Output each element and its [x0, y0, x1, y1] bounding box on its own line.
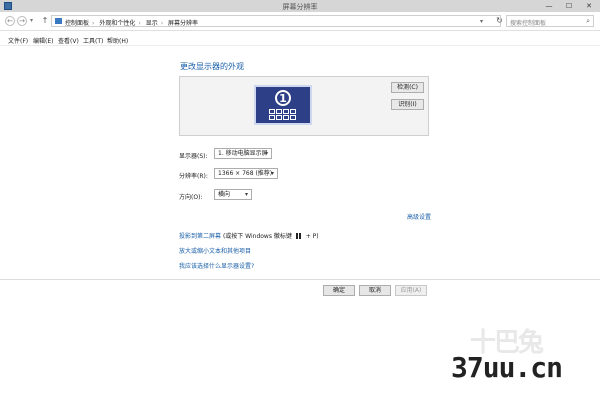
project-second-screen-link[interactable]: 投影到第二屏幕 — [179, 233, 221, 240]
which-setting-link[interactable]: 我应该选择什么显示器设置? — [179, 261, 254, 270]
address-bar: ← → ▾ ↑ 控制面板 › 外观和个性化 › 显示 › 屏幕分辨率 ▾ ↻ 搜索控制… — [0, 13, 600, 31]
menu-file[interactable]: 文件(F) — [8, 36, 28, 45]
menu-tools[interactable]: 工具(T) — [83, 36, 103, 45]
up-button[interactable]: ↑ — [40, 16, 50, 26]
cancel-button[interactable]: 取消 — [359, 285, 391, 296]
search-input[interactable]: 搜索控制面板 ⌕ — [506, 15, 594, 27]
crumb-appearance[interactable]: 外观和个性化 — [99, 20, 135, 27]
watermark-site: 37uu.cn — [451, 351, 563, 384]
crumb-display[interactable]: 显示 — [146, 20, 158, 27]
project-second-screen-row: 投影到第二屏幕 (或按下 Windows 徽标键 + P) — [179, 231, 319, 240]
forward-button[interactable]: → — [17, 16, 27, 26]
search-placeholder: 搜索控制面板 — [510, 20, 547, 27]
orientation-label: 方向(O): — [179, 194, 203, 201]
crumb-control-panel[interactable]: 控制面板 — [65, 20, 89, 27]
chevron-down-icon: ▾ — [264, 150, 268, 157]
chevron-down-icon: ▾ — [270, 170, 274, 177]
recent-pages-dropdown[interactable]: ▾ — [30, 17, 33, 24]
identify-button[interactable]: 识别(I) — [391, 99, 424, 110]
project-hint-suffix: + P) — [305, 233, 319, 240]
detect-button[interactable]: 检测(C) — [391, 82, 424, 93]
resolution-select[interactable]: 1366 × 768 (推荐) ▾ — [214, 168, 278, 179]
close-button[interactable]: ✕ — [580, 1, 598, 11]
menu-help[interactable]: 帮助(H) — [107, 36, 128, 45]
windows-logo-icon — [295, 233, 302, 239]
display-label: 显示器(S): — [179, 153, 208, 160]
monitor-1[interactable]: 1 — [254, 85, 312, 125]
display-select[interactable]: 1. 移动电脑显示屏 ▾ — [214, 148, 272, 159]
control-panel-icon — [55, 18, 62, 24]
crumb-screen-resolution[interactable]: 屏幕分辨率 — [168, 20, 198, 27]
chevron-down-icon: ▾ — [244, 191, 248, 198]
apply-button[interactable]: 应用(A) — [395, 285, 427, 296]
window-title: 屏幕分辨率 — [282, 3, 318, 11]
monitor-number: 1 — [275, 90, 291, 106]
title-bar: 屏幕分辨率 — ☐ ✕ — [0, 0, 600, 12]
orientation-select[interactable]: 横向 ▾ — [214, 189, 252, 200]
orientation-select-value: 横向 — [218, 191, 231, 198]
project-hint: (或按下 Windows 徽标键 — [222, 233, 292, 240]
refresh-button[interactable]: ↻ — [494, 15, 505, 27]
display-preview: 1 检测(C) 识别(I) — [179, 76, 429, 136]
ok-button[interactable]: 确定 — [323, 285, 355, 296]
address-history-dropdown[interactable]: ▾ — [480, 18, 483, 25]
page-title: 更改显示器的外观 — [180, 62, 244, 71]
text-size-link[interactable]: 放大或缩小文本和其他项目 — [179, 246, 251, 255]
breadcrumb[interactable]: 控制面板 › 外观和个性化 › 显示 › 屏幕分辨率 ▾ — [51, 15, 501, 27]
search-icon[interactable]: ⌕ — [586, 17, 590, 26]
footer-divider — [0, 279, 600, 280]
menu-view[interactable]: 查看(V) — [58, 36, 79, 45]
advanced-settings-link[interactable]: 高级设置 — [407, 212, 431, 221]
menu-bar: 文件(F) 编辑(E) 查看(V) 工具(T) 帮助(H) — [0, 33, 600, 46]
resolution-label: 分辨率(R): — [179, 173, 208, 180]
menu-edit[interactable]: 编辑(E) — [33, 36, 53, 45]
display-select-value: 1. 移动电脑显示屏 — [218, 150, 268, 157]
resolution-select-value: 1366 × 768 (推荐) — [218, 170, 273, 177]
maximize-button[interactable]: ☐ — [560, 1, 578, 11]
minimize-button[interactable]: — — [540, 1, 558, 11]
back-button[interactable]: ← — [5, 16, 15, 26]
